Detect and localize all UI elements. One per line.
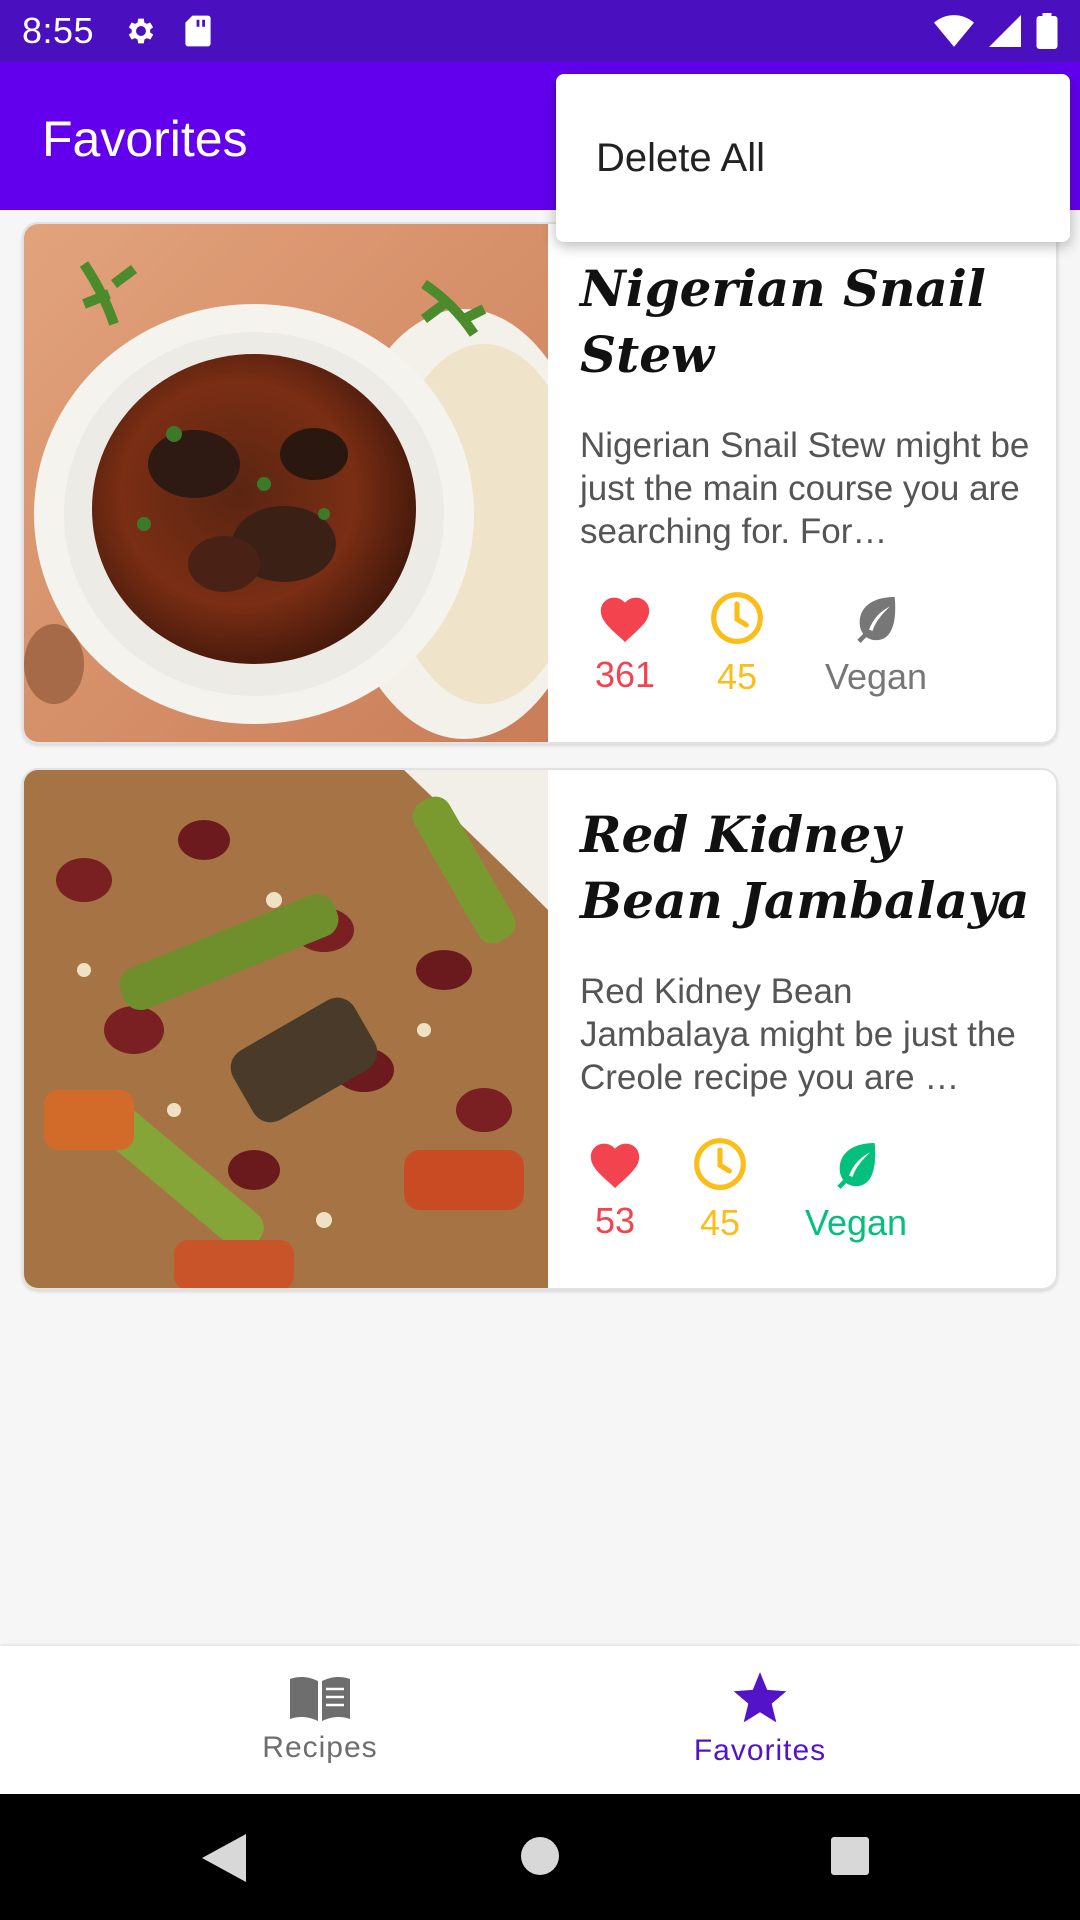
heart-icon (590, 1143, 640, 1189)
vegan-stat: Vegan (816, 590, 936, 698)
time-minutes: 45 (699, 1202, 741, 1243)
status-bar: 8:55 (0, 0, 1080, 62)
time-stat: 45 (702, 590, 772, 698)
recipe-stats: 53 45 Vegan (580, 1136, 1040, 1256)
home-icon[interactable] (520, 1836, 560, 1876)
vegan-label: Vegan (804, 1202, 908, 1243)
clock-icon (711, 592, 763, 644)
recipe-description: Red Kidney Bean Jambalaya might be just … (580, 972, 1016, 1097)
vegan-stat: Vegan (796, 1136, 916, 1244)
leaf-icon (837, 1143, 876, 1189)
menu-item-delete-all[interactable]: Delete All (596, 136, 765, 181)
recipe-image (24, 770, 548, 1288)
recipe-card[interactable]: Nigerian Snail Stew Nigerian Snail Stew … (22, 222, 1058, 744)
wifi-icon (934, 15, 974, 47)
time-stat: 45 (685, 1136, 755, 1244)
recipe-title: Red Kidney Bean Jambalaya (580, 805, 1030, 930)
recipe-body: Red Kidney Bean Jambalaya Red Kidney Bea… (580, 770, 1040, 1288)
recipe-body: Nigerian Snail Stew Nigerian Snail Stew … (580, 224, 1040, 742)
status-time: 8:55 (22, 10, 95, 51)
overflow-menu: Delete All (556, 74, 1070, 242)
nav-label-favorites: Favorites (693, 1734, 827, 1767)
snail-stew-photo (24, 224, 548, 742)
likes-count: 361 (594, 654, 656, 695)
back-icon[interactable] (202, 1834, 246, 1882)
recipe-title: Nigerian Snail Stew (580, 259, 986, 384)
leaf-icon (857, 597, 896, 643)
heart-icon (600, 597, 650, 643)
recipe-card[interactable]: Red Kidney Bean Jambalaya Red Kidney Bea… (22, 768, 1058, 1290)
recipe-description: Nigerian Snail Stew might be just the ma… (580, 426, 1030, 551)
recipe-image (24, 224, 548, 742)
signal-icon (989, 15, 1021, 47)
page-title: Favorites (42, 111, 248, 167)
system-navigation-bar (0, 1794, 1080, 1920)
star-icon (733, 1672, 787, 1723)
time-minutes: 45 (716, 656, 758, 697)
battery-icon (1036, 13, 1058, 49)
nav-label-recipes: Recipes (262, 1731, 378, 1764)
recipe-stats: 361 45 Vegan (580, 590, 1040, 710)
vegan-label: Vegan (824, 656, 928, 697)
clock-icon (694, 1138, 746, 1190)
jambalaya-photo (24, 770, 548, 1288)
bottom-navigation: Recipes Favorites (0, 1646, 1080, 1794)
nav-item-favorites[interactable]: Favorites (490, 1646, 1030, 1794)
likes-stat: 361 (584, 590, 666, 696)
book-icon (290, 1676, 350, 1721)
likes-stat: 53 (580, 1136, 650, 1242)
recents-icon[interactable] (830, 1836, 870, 1876)
settings-icon (128, 18, 154, 44)
sd-card-icon (185, 15, 211, 47)
status-left-icons (124, 14, 212, 48)
status-right-icons (934, 13, 1058, 49)
likes-count: 53 (594, 1200, 636, 1241)
